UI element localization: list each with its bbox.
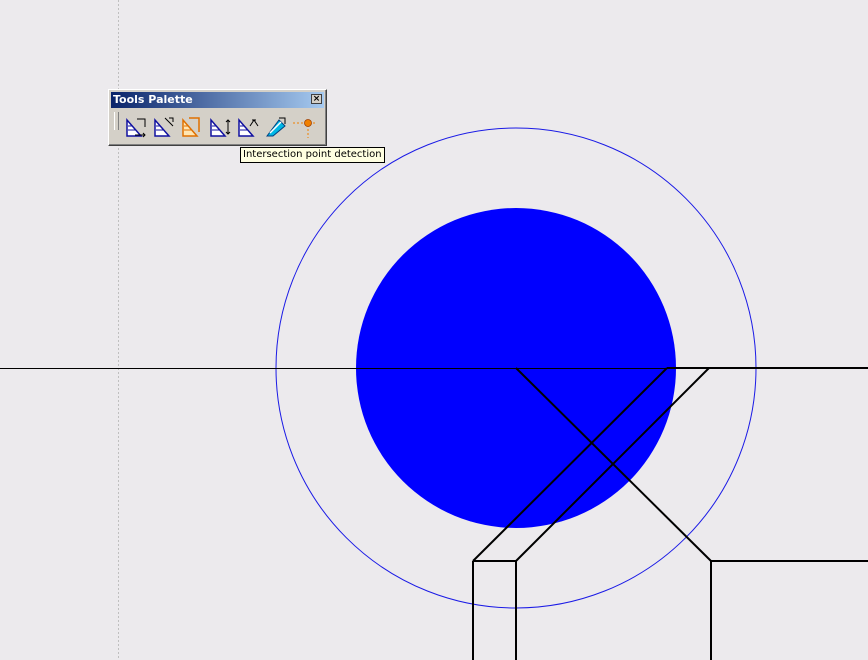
construction-element-button[interactable]	[151, 114, 176, 140]
intersection-point-detection-button[interactable]	[291, 114, 316, 140]
tools-palette[interactable]: Tools Palette ×	[108, 89, 327, 146]
auto-constraint-button[interactable]	[235, 114, 260, 140]
dimensional-constraints-icon	[209, 118, 230, 137]
dimensional-constraints-button[interactable]	[207, 114, 232, 140]
palette-titlebar[interactable]: Tools Palette ×	[111, 92, 324, 108]
palette-title: Tools Palette	[113, 93, 193, 106]
geometric-constraints-button[interactable]	[179, 114, 204, 140]
cutting-element-icon	[265, 117, 286, 137]
palette-grip-handle[interactable]	[114, 112, 119, 130]
cutting-element-button[interactable]	[263, 114, 288, 140]
tooltip: Intersection point detection	[240, 147, 385, 163]
intersection-point-detection-icon	[292, 119, 315, 138]
close-icon[interactable]: ×	[311, 94, 322, 104]
palette-toolbar	[123, 113, 316, 141]
auto-constraint-icon	[237, 118, 258, 137]
construction-element-icon	[153, 117, 173, 137]
geometric-constraints-icon	[181, 117, 200, 137]
grid-snap-button[interactable]	[123, 114, 148, 140]
grid-snap-icon	[125, 118, 146, 138]
